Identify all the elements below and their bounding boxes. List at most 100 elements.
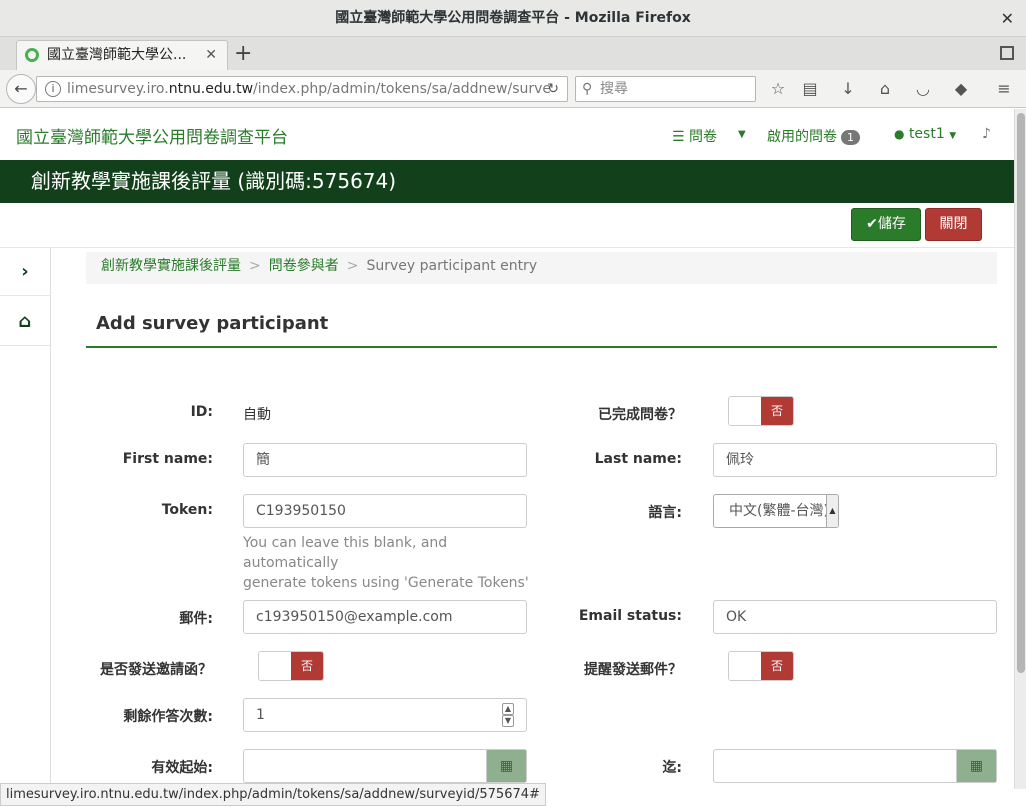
chevron-right-icon: ›: [21, 261, 29, 282]
reload-icon[interactable]: ↻: [547, 77, 559, 101]
language-value: 中文(繁體-台灣): [729, 503, 829, 519]
download-icon[interactable]: ↓: [838, 78, 858, 100]
brand-link[interactable]: 國立臺灣師範大學公用問卷調查平台: [16, 123, 288, 148]
breadcrumb-separator: >: [346, 258, 359, 274]
breadcrumb-survey[interactable]: 創新教學實施課後評量: [101, 258, 241, 274]
language-select[interactable]: 中文(繁體-台灣) ▲: [713, 494, 839, 528]
breadcrumb-participants[interactable]: 問卷參與者: [269, 258, 339, 274]
token-help-line: You can leave this blank, and automatica…: [243, 535, 448, 571]
chevron-down-icon[interactable]: ▼: [738, 129, 746, 140]
email-label: 郵件:: [179, 611, 213, 627]
tab-close-icon[interactable]: ✕: [205, 41, 217, 69]
search-input[interactable]: ⚲ 搜尋: [575, 76, 756, 102]
toggle-knob: [259, 652, 292, 680]
sidebar: › ⌂: [0, 248, 51, 788]
tab-bar: 國立臺灣師範大學公... ✕: [0, 37, 1026, 70]
valid-from-input[interactable]: ▦: [243, 749, 527, 783]
uses-left-input[interactable]: 1 ▲ ▼: [243, 698, 527, 732]
language-label: 語言:: [648, 505, 682, 521]
bell-icon[interactable]: ♪: [982, 126, 991, 142]
token-value: C193950150: [256, 503, 346, 519]
url-path: /index.php/admin/tokens/sa/addnew/surve: [253, 81, 552, 97]
active-surveys-label: 啟用的問卷: [767, 129, 837, 145]
url-bar[interactable]: i limesurvey.iro.ntnu.edu.tw/index.php/a…: [36, 76, 568, 102]
user-menu[interactable]: ● test1 ▼: [894, 126, 956, 142]
window-close-icon[interactable]: ✕: [1001, 0, 1014, 37]
back-button[interactable]: ←: [6, 74, 36, 104]
surveys-menu[interactable]: ☰ 問卷: [672, 126, 717, 146]
new-tab-button[interactable]: +: [234, 40, 252, 68]
sidebar-home-button[interactable]: ⌂: [0, 298, 50, 346]
email-status-value: OK: [726, 609, 747, 625]
window-title: 國立臺灣師範大學公用問卷調查平台 - Mozilla Firefox: [335, 10, 691, 26]
pocket-icon[interactable]: ◡: [913, 78, 933, 100]
info-icon[interactable]: i: [45, 81, 61, 97]
tab-overview-icon[interactable]: [1000, 46, 1014, 60]
save-button[interactable]: ✔儲存: [851, 208, 921, 241]
reminder-toggle[interactable]: 否: [728, 651, 794, 681]
scrollbar-thumb[interactable]: [1017, 113, 1025, 673]
first-name-label: First name:: [122, 451, 213, 467]
email-value: c193950150@example.com: [256, 609, 453, 625]
save-label: 儲存: [877, 216, 906, 232]
toggle-no-label: 否: [761, 397, 793, 425]
home-icon[interactable]: ⌂: [875, 78, 895, 100]
form-title: Add survey participant: [86, 300, 997, 348]
browser-tab[interactable]: 國立臺灣師範大學公... ✕: [16, 40, 228, 70]
invite-toggle[interactable]: 否: [258, 651, 324, 681]
survey-title: 創新教學實施課後評量 (識別碼:575674): [31, 169, 397, 193]
action-bar: ✔儲存 關閉: [0, 203, 1014, 248]
completed-toggle[interactable]: 否: [728, 396, 794, 426]
active-surveys-link[interactable]: 啟用的問卷 1: [767, 126, 860, 146]
url-domain: ntnu.edu.tw: [168, 81, 254, 97]
id-label: ID:: [190, 404, 213, 420]
number-spinner[interactable]: ▲ ▼: [502, 703, 514, 727]
select-caret-icon: ▲: [826, 495, 838, 527]
toggle-knob: [729, 652, 762, 680]
status-bar: limesurvey.iro.ntnu.edu.tw/index.php/adm…: [0, 783, 546, 806]
email-status-input[interactable]: OK: [713, 600, 997, 634]
chevron-down-icon: ▼: [949, 131, 957, 141]
reader-icon[interactable]: ▤: [800, 78, 820, 100]
spin-down-icon[interactable]: ▼: [502, 715, 514, 727]
breadcrumb: 創新教學實施課後評量 > 問卷參與者 > Survey participant entr…: [86, 252, 997, 284]
close-label: 關閉: [939, 216, 968, 232]
arrow-left-icon: ←: [14, 79, 28, 98]
vertical-scrollbar[interactable]: [1014, 109, 1026, 789]
last-name-value: 佩玲: [726, 452, 754, 468]
reminder-label: 提醒發送郵件？: [584, 662, 682, 678]
email-status-label: Email status:: [578, 608, 682, 624]
id-value: 自動: [243, 407, 271, 423]
user-name: test1: [908, 126, 945, 142]
first-name-value: 簡: [256, 452, 270, 468]
hamburger-icon[interactable]: ≡: [994, 78, 1014, 100]
last-name-input[interactable]: 佩玲: [713, 443, 997, 477]
status-url: limesurvey.iro.ntnu.edu.tw/index.php/adm…: [6, 787, 540, 802]
search-icon: ⚲: [582, 81, 593, 97]
app-header: 國立臺灣師範大學公用問卷調查平台 ☰ 問卷 ▼ 啟用的問卷 1 ● test1 ▼…: [0, 109, 1014, 160]
surveys-menu-label: 問卷: [689, 129, 718, 145]
calendar-icon[interactable]: ▦: [486, 750, 526, 782]
spin-up-icon[interactable]: ▲: [502, 703, 514, 715]
token-help: You can leave this blank, and automatica…: [243, 533, 543, 593]
sync-icon[interactable]: ◆: [951, 78, 971, 100]
survey-title-banner: 創新教學實施課後評量 (識別碼:575674): [0, 160, 1014, 203]
valid-until-input[interactable]: ▦: [713, 749, 997, 783]
uses-left-value: 1: [256, 707, 265, 723]
uses-left-label: 剩餘作答次數:: [123, 709, 213, 725]
close-button[interactable]: 關閉: [925, 208, 982, 241]
token-label: Token:: [161, 502, 213, 518]
first-name-input[interactable]: 簡: [243, 443, 527, 477]
list-icon: ☰: [672, 129, 685, 145]
calendar-icon[interactable]: ▦: [956, 750, 996, 782]
invite-label: 是否發送邀請函？: [100, 662, 212, 678]
valid-from-label: 有效起始:: [151, 760, 213, 776]
token-input[interactable]: C193950150: [243, 494, 527, 528]
toggle-knob: [729, 397, 762, 425]
email-input[interactable]: c193950150@example.com: [243, 600, 527, 634]
toggle-no-label: 否: [761, 652, 793, 680]
navigation-bar: ← i limesurvey.iro.ntnu.edu.tw/index.php…: [0, 70, 1026, 108]
sidebar-expand-button[interactable]: ›: [0, 248, 50, 296]
check-icon: ✔: [866, 216, 878, 232]
star-icon[interactable]: ☆: [768, 78, 788, 100]
